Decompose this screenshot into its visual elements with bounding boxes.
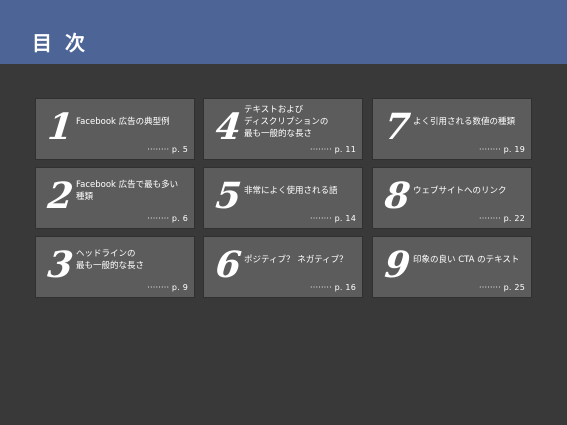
toc-label: 印象の良い CTA のテキスト — [413, 255, 520, 265]
toc-item-3[interactable]: 3 ヘッドラインの 最も一般的な長さ ········ p. 9 — [36, 237, 194, 297]
toc-page: ········ p. 25 — [478, 283, 525, 292]
toc-number: 7 — [382, 106, 413, 148]
toc-number: 9 — [382, 244, 413, 286]
toc-item-5[interactable]: 5 非常によく使用される語 ········ p. 14 — [204, 168, 362, 228]
toc-page: ········ p. 5 — [147, 145, 188, 154]
toc-label: テキストおよび ディスクリプションの 最も一般的な長さ — [244, 105, 329, 139]
toc-number: 1 — [45, 106, 76, 148]
toc-page: ········ p. 16 — [309, 283, 356, 292]
toc-label: よく引用される数値の種類 — [413, 117, 516, 127]
toc-number: 3 — [45, 244, 76, 286]
toc-label: Facebook 広告で最も多い種類 — [76, 180, 179, 202]
toc-number: 6 — [213, 244, 244, 286]
toc-item-2[interactable]: 2 Facebook 広告で最も多い種類 ········ p. 6 — [36, 168, 194, 228]
toc-number: 2 — [45, 175, 76, 217]
toc-item-8[interactable]: 8 ウェブサイトへのリンク ········ p. 22 — [373, 168, 531, 228]
toc-item-4[interactable]: 4 テキストおよび ディスクリプションの 最も一般的な長さ ········ p… — [204, 99, 362, 159]
toc-item-6[interactable]: 6 ポジティブ？ ネガティブ？ ········ p. 16 — [204, 237, 362, 297]
toc-page: ········ p. 14 — [309, 214, 356, 223]
toc-grid: 1 Facebook 広告の典型例 ········ p. 5 2 Facebo… — [0, 0, 567, 425]
toc-page: ········ p. 6 — [147, 214, 188, 223]
toc-page: ········ p. 11 — [309, 145, 356, 154]
toc-number: 4 — [213, 106, 244, 148]
toc-item-7[interactable]: 7 よく引用される数値の種類 ········ p. 19 — [373, 99, 531, 159]
toc-number: 5 — [213, 175, 244, 217]
toc-item-9[interactable]: 9 印象の良い CTA のテキスト ········ p. 25 — [373, 237, 531, 297]
toc-item-1[interactable]: 1 Facebook 広告の典型例 ········ p. 5 — [36, 99, 194, 159]
toc-number: 8 — [382, 175, 413, 217]
toc-page: ········ p. 9 — [147, 283, 188, 292]
toc-page: ········ p. 19 — [478, 145, 525, 154]
toc-label: ポジティブ？ ネガティブ？ — [244, 255, 348, 265]
toc-label: ウェブサイトへのリンク — [413, 186, 507, 196]
toc-label: Facebook 広告の典型例 — [76, 117, 170, 127]
toc-label: 非常によく使用される語 — [244, 186, 338, 196]
toc-page: ········ p. 22 — [478, 214, 525, 223]
toc-label: ヘッドラインの 最も一般的な長さ — [76, 249, 145, 271]
